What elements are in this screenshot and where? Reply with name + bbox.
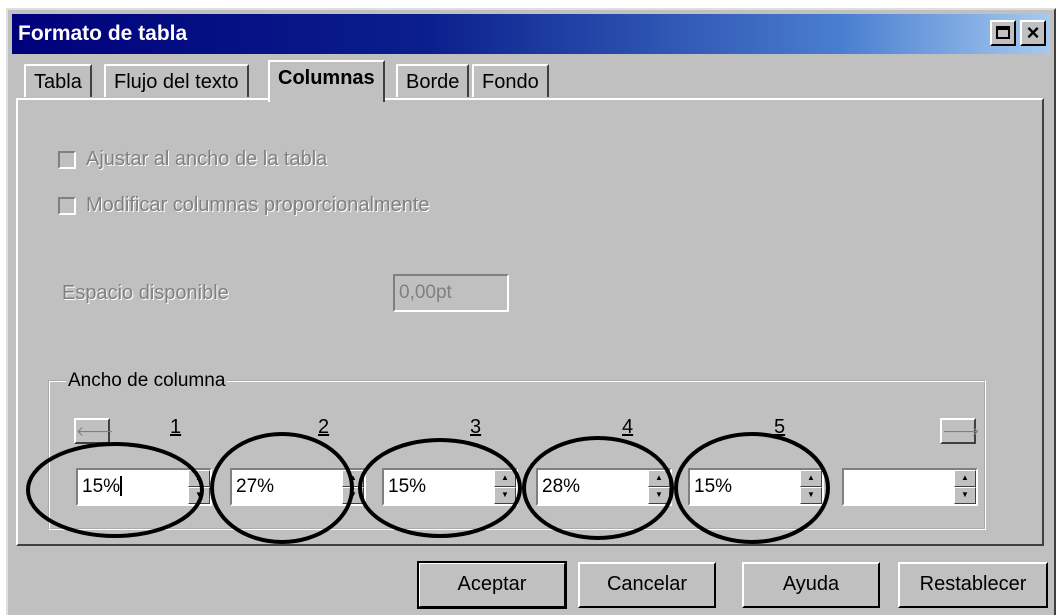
arrow-left-icon: 🡐 bbox=[76, 423, 114, 439]
available-space-field[interactable]: 0,00pt bbox=[393, 274, 509, 312]
column-width-group bbox=[48, 380, 986, 530]
close-button[interactable]: × bbox=[1020, 20, 1046, 46]
reset-button-label: Restablecer bbox=[919, 573, 1027, 595]
spin-down-button[interactable]: ▼ bbox=[954, 487, 976, 504]
adjust-proportional-label: Modificar columnas proporcionalmente bbox=[86, 194, 430, 216]
tab-flujo-del-texto[interactable]: Flujo del texto bbox=[104, 64, 249, 97]
tab-tabla[interactable]: Tabla bbox=[24, 64, 92, 97]
fit-table-width-label: Ajustar al ancho de la tabla bbox=[86, 148, 328, 170]
reset-button[interactable]: Restablecer bbox=[898, 562, 1048, 608]
spin-down-button[interactable]: ▼ bbox=[188, 487, 210, 504]
spin-up-button[interactable]: ▲ bbox=[648, 470, 670, 487]
spin-up-button[interactable]: ▲ bbox=[954, 470, 976, 487]
help-button[interactable]: Ayuda bbox=[742, 562, 880, 608]
fit-table-width-checkbox[interactable]: Ajustar al ancho de la tabla bbox=[58, 148, 327, 171]
spin-down-button[interactable]: ▼ bbox=[648, 487, 670, 504]
column-width-group-title: Ancho de columna bbox=[66, 370, 228, 392]
column-width-input-6[interactable]: ▲ ▼ bbox=[842, 468, 978, 506]
available-space-value: 0,00pt bbox=[399, 282, 452, 303]
column-width-value: 15% bbox=[694, 476, 733, 497]
column-width-value: 15% bbox=[82, 476, 123, 497]
spin-up-button[interactable]: ▲ bbox=[800, 470, 822, 487]
tab-label: Borde bbox=[406, 71, 460, 93]
column-width-value: 27% bbox=[236, 476, 275, 497]
cancel-button-label: Cancelar bbox=[606, 573, 688, 595]
column-width-input-4[interactable]: 28% ▲ ▼ bbox=[536, 468, 672, 506]
help-button-label: Ayuda bbox=[782, 573, 840, 595]
text-cursor bbox=[120, 476, 123, 496]
cancel-button[interactable]: Cancelar bbox=[578, 562, 716, 608]
available-space-label: Espacio disponible bbox=[62, 282, 229, 304]
arrow-right-icon: 🡒 bbox=[942, 423, 980, 439]
tab-label: Fondo bbox=[482, 71, 539, 93]
scroll-right-button[interactable]: 🡒 bbox=[940, 418, 980, 444]
spin-down-button[interactable]: ▼ bbox=[494, 487, 516, 504]
spin-up-button[interactable]: ▲ bbox=[494, 470, 516, 487]
column-number-4: 4 bbox=[622, 416, 634, 438]
dialog-title: Formato de tabla bbox=[18, 22, 188, 45]
spin-down-button[interactable]: ▼ bbox=[342, 487, 364, 504]
spin-up-button[interactable]: ▲ bbox=[342, 470, 364, 487]
tab-borde[interactable]: Borde bbox=[396, 64, 470, 97]
tab-label: Tabla bbox=[34, 71, 82, 93]
maximize-icon bbox=[996, 26, 1010, 39]
tab-fondo[interactable]: Fondo bbox=[472, 64, 549, 97]
column-width-value: 28% bbox=[542, 476, 581, 497]
tab-columnas[interactable]: Columnas bbox=[268, 60, 385, 102]
close-icon: × bbox=[1026, 20, 1040, 45]
column-width-value: 15% bbox=[388, 476, 427, 497]
column-number-3: 3 bbox=[470, 416, 482, 438]
column-number-5: 5 bbox=[774, 416, 786, 438]
scroll-left-button[interactable]: 🡐 bbox=[74, 418, 114, 444]
column-width-input-2[interactable]: 27% ▲ ▼ bbox=[230, 468, 366, 506]
adjust-proportional-checkbox[interactable]: Modificar columnas proporcionalmente bbox=[58, 194, 430, 217]
spin-down-button[interactable]: ▼ bbox=[800, 487, 822, 504]
column-width-input-5[interactable]: 15% ▲ ▼ bbox=[688, 468, 824, 506]
ok-button[interactable]: Aceptar bbox=[417, 561, 567, 609]
ok-button-label: Aceptar bbox=[457, 573, 527, 595]
column-width-input-3[interactable]: 15% ▲ ▼ bbox=[382, 468, 518, 506]
column-number-2: 2 bbox=[318, 416, 330, 438]
column-number-1: 1 bbox=[170, 416, 182, 438]
tab-label: Columnas bbox=[278, 67, 375, 89]
column-width-input-1[interactable]: 15% ▲ ▼ bbox=[76, 468, 212, 506]
checkbox-box[interactable] bbox=[58, 196, 76, 215]
title-bar[interactable]: Formato de tabla × bbox=[12, 14, 1050, 54]
maximize-button[interactable] bbox=[990, 20, 1016, 46]
checkbox-box[interactable] bbox=[58, 150, 76, 169]
spin-up-button[interactable]: ▲ bbox=[188, 470, 210, 487]
tab-label: Flujo del texto bbox=[114, 71, 239, 93]
